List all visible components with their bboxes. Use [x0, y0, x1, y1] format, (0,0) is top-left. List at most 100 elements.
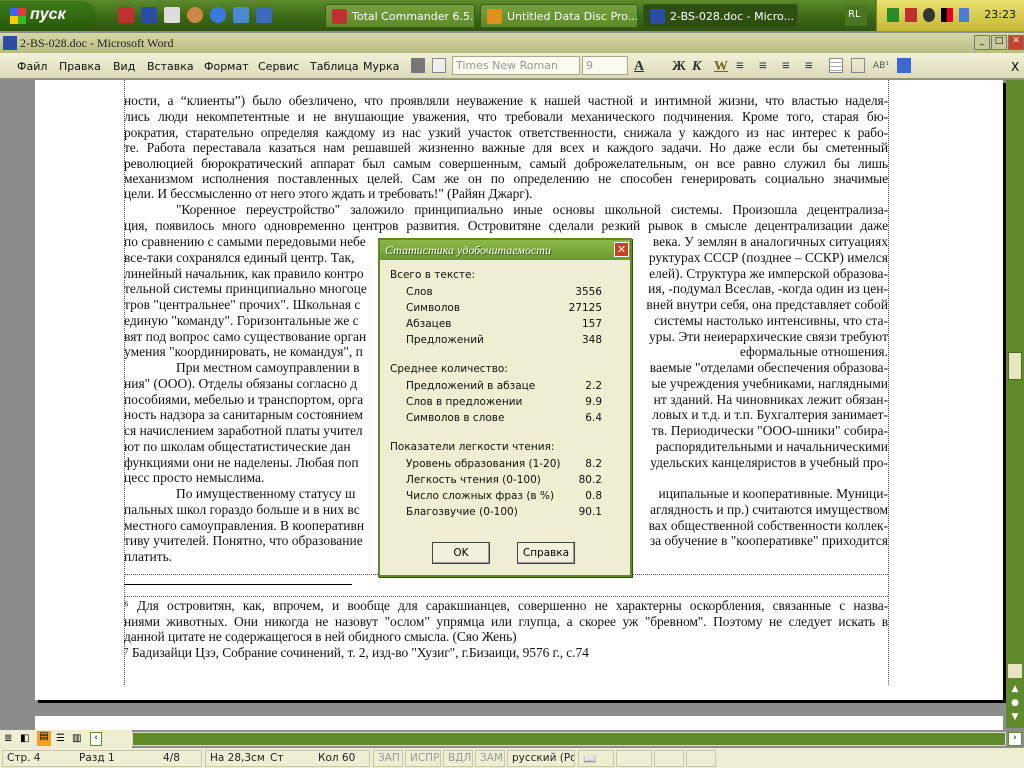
status-rec[interactable]: ЗАП	[373, 750, 403, 767]
status-page-number: Стр. 4	[7, 752, 41, 764]
close-window-button[interactable]: ✕	[1008, 35, 1024, 50]
task-total-commander[interactable]: Total Commander 6.5...	[325, 4, 475, 28]
outlook-icon[interactable]	[256, 7, 272, 23]
tray-app-icon[interactable]	[887, 8, 899, 22]
menu-murka[interactable]: Мурка	[363, 60, 399, 73]
ok-button[interactable]: OK	[432, 542, 490, 564]
print-preview-icon[interactable]	[432, 58, 446, 73]
align-center-icon[interactable]: ≡	[759, 59, 767, 75]
status-section: Разд 1	[79, 752, 115, 764]
italic-button[interactable]: К	[692, 59, 702, 75]
scroll-down-button[interactable]	[1008, 664, 1022, 678]
doc-line-left: единую "команду". Горизонтальные же с	[124, 312, 359, 328]
close-doc-button[interactable]: X	[1011, 60, 1019, 74]
doc-line-right: руктурах СССР (позднее – ССКР) имелся	[648, 249, 888, 265]
notepad-icon[interactable]	[164, 7, 180, 23]
doc-line-right: распорядительными и начальническими	[655, 438, 888, 454]
doc-map-icon[interactable]	[897, 58, 911, 73]
network-icon[interactable]	[233, 7, 249, 23]
word-doc-icon[interactable]	[3, 36, 17, 50]
internet-explorer-icon[interactable]	[210, 7, 226, 23]
table-icon[interactable]	[829, 58, 843, 73]
font-name-select[interactable]: Times New Roman	[452, 56, 580, 75]
status-track[interactable]: ИСПР	[405, 750, 441, 767]
word-icon[interactable]	[141, 7, 157, 23]
align-left-icon[interactable]: ≡	[736, 59, 744, 75]
horizontal-scrollbar[interactable]	[132, 732, 1006, 746]
task-word[interactable]: 2-BS-028.doc - Micro...	[643, 4, 798, 28]
stat-label: Символов в слове	[406, 412, 505, 424]
font-color-button[interactable]: A	[634, 59, 644, 75]
spelling-status-icon[interactable]: 📖	[578, 750, 614, 767]
select-browse-object-button[interactable]: ●	[1008, 698, 1022, 712]
doc-line-right: вах общественной собственности коллек-	[648, 517, 888, 533]
doc-line-left: При местном самоуправлении в	[176, 360, 360, 375]
footnote-line: ниями животных. Они никогда не назовут "…	[124, 613, 888, 629]
status-position: На 28,3см Ст Кол 60	[205, 750, 370, 767]
underline-button[interactable]: W	[714, 59, 728, 75]
font-size-select[interactable]: 9	[582, 56, 628, 75]
status-ovr[interactable]: ЗАМ	[475, 750, 505, 767]
footnote-border	[124, 596, 888, 597]
menu-format[interactable]: Формат	[204, 60, 249, 73]
menu-edit[interactable]: Правка	[59, 60, 101, 73]
dialog-close-button[interactable]: ✕	[614, 242, 629, 257]
dialog-section-heading: Среднее количество:	[390, 363, 508, 375]
bold-button[interactable]: Ж	[672, 59, 686, 75]
doc-line-right: ваемые "отделами обеспечения образова-	[649, 360, 888, 375]
web-view-icon[interactable]: ◧	[20, 733, 29, 744]
maximize-button[interactable]: □	[991, 35, 1007, 50]
tray-flag-icon[interactable]	[941, 8, 953, 22]
volume-icon[interactable]	[923, 8, 935, 22]
doc-line-right: ия, -подумал Всеслав, -когда один из цен…	[648, 281, 888, 297]
menu-view[interactable]: Вид	[113, 60, 135, 73]
media-icon[interactable]	[187, 7, 203, 23]
doc-line-left: ют по школам общестатистические дан	[124, 438, 351, 454]
stat-row: Уровень образования (1-20) 8.2	[406, 458, 602, 470]
network-disconnected-icon[interactable]	[905, 8, 917, 22]
scroll-right-button[interactable]: ›	[1008, 732, 1022, 746]
help-button[interactable]: Справка	[517, 542, 575, 564]
superscript-button[interactable]: AB¹	[873, 61, 889, 71]
pen-icon[interactable]	[959, 8, 969, 22]
doc-line: революцией бюрократический аппарат был с…	[124, 156, 888, 171]
scroll-left-button[interactable]: ‹	[90, 732, 102, 746]
language-indicator[interactable]: RL	[845, 6, 867, 26]
doc-line-left: умения "координировать, не командуя", п	[124, 344, 363, 360]
vertical-scrollbar[interactable]	[1006, 80, 1024, 728]
total-commander-icon[interactable]	[118, 7, 134, 23]
menu-insert[interactable]: Вставка	[147, 60, 194, 73]
justify-icon[interactable]: ≡	[805, 59, 813, 75]
stat-label: Предложений в абзаце	[406, 380, 536, 392]
menu-table[interactable]: Таблица	[310, 60, 359, 73]
doc-line-left: вят под вопрос само существование орган	[124, 328, 367, 344]
footnote-line: ⁷ Бадизайци Цзэ, Собрание сочинений, т. …	[124, 644, 589, 660]
next-page-button[interactable]: ▼	[1008, 712, 1022, 726]
menu-file[interactable]: Файл	[17, 60, 47, 73]
save-icon[interactable]	[411, 58, 425, 73]
vertical-scroll-thumb[interactable]	[1008, 352, 1022, 380]
task-label: 2-BS-028.doc - Micro...	[670, 10, 794, 23]
stat-value: 3556	[575, 286, 602, 298]
columns-icon[interactable]	[851, 58, 865, 73]
stat-label: Символов	[406, 302, 461, 314]
doc-line-right: тв. Периодически "ООО-шники" собира-	[651, 423, 888, 438]
status-language[interactable]: русский (Ро	[507, 750, 575, 767]
stat-label: Абзацев	[406, 318, 452, 330]
doc-line-right: века. У землян в аналогичных ситуациях	[652, 234, 888, 249]
normal-view-icon[interactable]: ≣	[4, 733, 12, 744]
align-right-icon[interactable]: ≡	[782, 59, 790, 75]
menu-tools[interactable]: Сервис	[258, 60, 299, 73]
minimize-button[interactable]: _	[974, 35, 990, 50]
doc-line-right: иципальные и кооперативные. Муници-	[658, 486, 889, 501]
print-layout-icon[interactable]: ▤	[37, 731, 51, 746]
reading-view-icon[interactable]: ▥	[72, 733, 81, 744]
prev-page-button[interactable]: ▲	[1008, 684, 1022, 698]
status-ext[interactable]: ВДЛ	[443, 750, 473, 767]
doc-line-left: пособиями, мебелью и транспортом, орга	[124, 391, 364, 407]
outline-view-icon[interactable]: ☰	[56, 733, 65, 744]
start-button[interactable]: пуск	[0, 1, 96, 30]
windows-logo-icon	[10, 8, 26, 24]
task-nero[interactable]: Untitled Data Disc Pro...	[480, 4, 638, 28]
doc-line-right: ые учреждения учебниками, наглядными	[651, 375, 888, 391]
